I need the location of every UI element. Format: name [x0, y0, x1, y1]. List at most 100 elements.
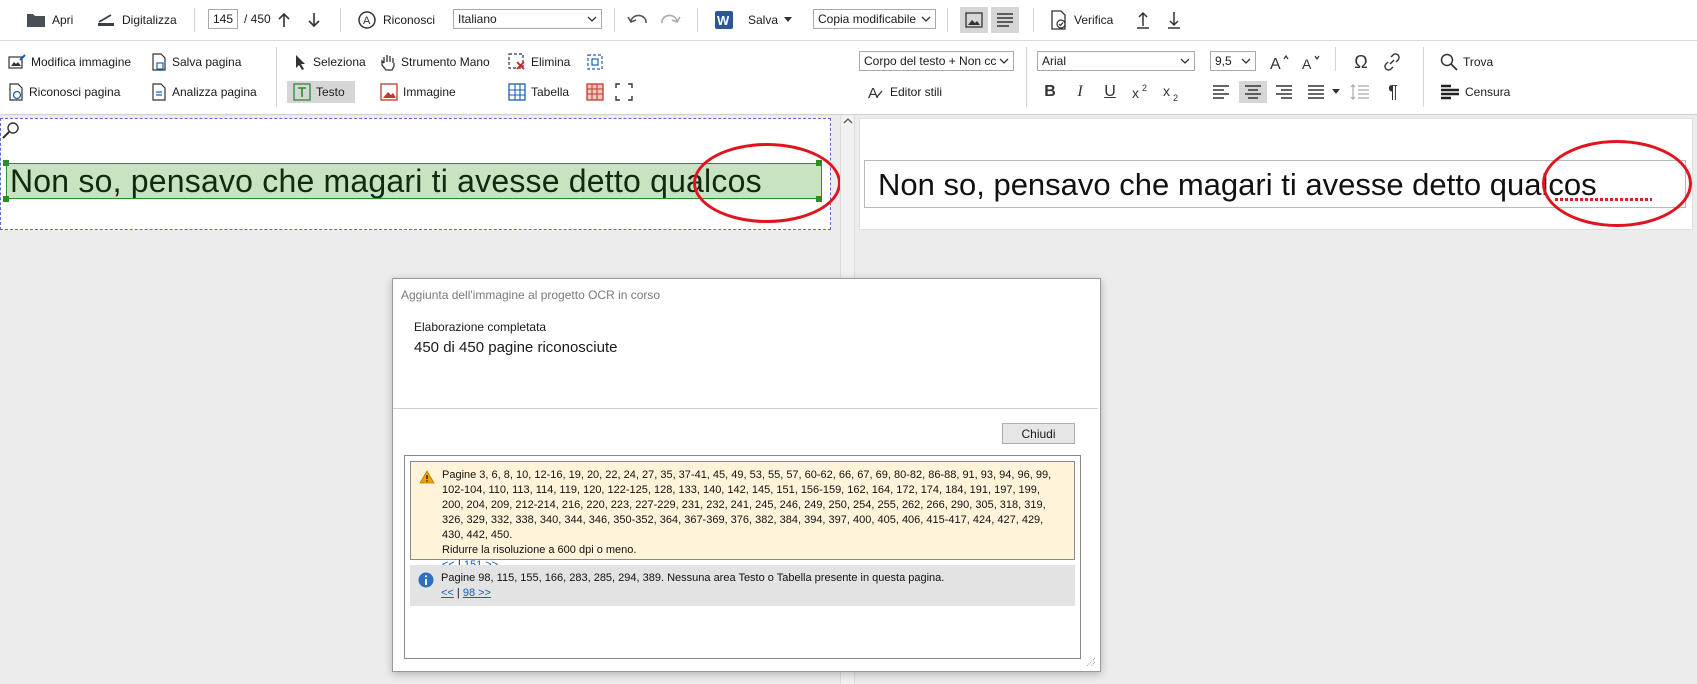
verify-button[interactable]: Verifica — [1050, 7, 1113, 33]
analyze-page-label: Analizza pagina — [172, 85, 257, 99]
main-toolbar: Apri Digitalizza 145 / 450 A Riconosci I… — [0, 0, 1697, 41]
recognize-page-button[interactable]: Riconosci pagina — [8, 81, 120, 103]
hand-tool-label: Strumento Mano — [401, 55, 490, 69]
justify-dropdown-button[interactable] — [1329, 81, 1343, 103]
decrease-font-button[interactable]: A — [1299, 51, 1323, 73]
font-family-select[interactable]: Arial — [1037, 51, 1195, 71]
style-editor-button[interactable]: A Editor stili — [867, 81, 942, 103]
insert-symbol-button[interactable]: Ω — [1349, 51, 1373, 73]
line-spacing-icon — [1350, 84, 1370, 100]
open-label: Apri — [52, 13, 74, 27]
info-text: Pagine 98, 115, 155, 166, 283, 285, 294,… — [441, 571, 1061, 601]
italic-button[interactable]: I — [1068, 81, 1092, 103]
image-view-button[interactable] — [960, 7, 988, 33]
align-right-button[interactable] — [1272, 81, 1296, 103]
hand-icon — [380, 53, 396, 71]
toolbar-divider — [697, 8, 698, 32]
verify-label: Verifica — [1074, 13, 1114, 27]
italic-icon: I — [1077, 83, 1083, 100]
recognize-button[interactable]: A Riconosci — [357, 7, 435, 33]
increase-font-button[interactable]: A — [1268, 51, 1292, 73]
table-area-button[interactable]: Tabella — [508, 81, 569, 103]
censor-button[interactable]: Censura — [1440, 81, 1510, 103]
export-up-button[interactable] — [1131, 9, 1155, 31]
info-next-link[interactable]: 98 >> — [463, 587, 491, 599]
superscript-button[interactable]: x2 — [1129, 81, 1153, 103]
save-format-value: Copia modificabile — [818, 12, 917, 26]
insert-link-button[interactable] — [1380, 51, 1404, 73]
image-area-button[interactable]: Immagine — [380, 81, 456, 103]
omega-icon: Ω — [1354, 51, 1368, 72]
resize-handle[interactable] — [3, 196, 9, 202]
font-size-select[interactable]: 9,5 — [1210, 51, 1256, 71]
paragraph-style-select[interactable]: Corpo del testo + Non cc — [859, 51, 1014, 71]
warning-icon — [419, 470, 435, 484]
text-view-button[interactable] — [991, 7, 1019, 33]
text-area-button[interactable]: Testo — [287, 81, 355, 103]
save-format-select[interactable]: Copia modificabile — [813, 9, 936, 29]
open-button[interactable]: Apri — [26, 7, 73, 33]
dashed-frame-icon — [615, 83, 633, 101]
pilcrow-icon: ¶ — [1388, 81, 1398, 102]
find-button[interactable]: Trova — [1440, 51, 1493, 73]
toolbar-divider — [947, 8, 948, 32]
close-button-label: Chiudi — [1021, 426, 1056, 441]
info-prev-link[interactable]: << — [441, 587, 454, 599]
messages-list[interactable]: Pagine 3, 6, 8, 10, 12-16, 19, 20, 22, 2… — [404, 455, 1081, 659]
find-label: Trova — [1463, 55, 1494, 69]
resize-handle[interactable] — [3, 160, 9, 166]
show-formatting-button[interactable]: ¶ — [1381, 81, 1405, 103]
align-center-button[interactable] — [1239, 81, 1267, 103]
svg-text:W: W — [717, 13, 730, 28]
chevron-down-icon — [998, 55, 1010, 67]
language-select[interactable]: Italiano — [453, 9, 602, 29]
chevron-up-icon[interactable] — [843, 117, 853, 125]
download-icon — [1166, 10, 1182, 30]
area-properties-button[interactable] — [583, 51, 607, 73]
save-page-button[interactable]: Salva pagina — [151, 51, 241, 73]
hand-tool-button[interactable]: Strumento Mano — [380, 51, 490, 73]
export-down-button[interactable] — [1162, 9, 1186, 31]
undo-button[interactable] — [626, 9, 650, 31]
image-icon — [965, 12, 983, 28]
toolbar-divider — [340, 8, 341, 32]
next-page-button[interactable] — [302, 9, 326, 31]
select-tool-button[interactable]: Seleziona — [294, 51, 366, 73]
delete-area-button[interactable]: Elimina — [508, 51, 570, 73]
font-increase-icon: A — [1270, 54, 1290, 70]
image-area-label: Immagine — [403, 85, 456, 99]
svg-text:x: x — [1132, 85, 1139, 101]
total-pages: / 450 — [244, 12, 271, 26]
barcode-area-button[interactable] — [612, 81, 636, 103]
analyze-page-icon — [151, 83, 167, 101]
recognized-text-line: Non so, pensavo che magari ti avesse det… — [878, 167, 1597, 202]
warning-text: Pagine 3, 6, 8, 10, 12-16, 19, 20, 22, 2… — [442, 468, 1060, 573]
save-dropdown-button[interactable] — [776, 9, 800, 31]
dialog-divider — [393, 408, 1098, 409]
info-icon — [418, 572, 434, 588]
bold-button[interactable]: B — [1038, 81, 1062, 103]
text-area-label: Testo — [316, 85, 345, 99]
edit-image-label: Modifica immagine — [31, 55, 132, 69]
underline-button[interactable]: U — [1098, 81, 1122, 103]
edit-image-button[interactable]: Modifica immagine — [8, 51, 131, 73]
save-button[interactable]: W Salva — [714, 7, 778, 33]
svg-text:2: 2 — [1142, 83, 1147, 93]
censor-label: Censura — [1465, 85, 1511, 99]
line-spacing-button[interactable] — [1348, 81, 1372, 103]
background-picture-button[interactable] — [583, 81, 607, 103]
analyze-page-button[interactable]: Analizza pagina — [151, 81, 257, 103]
redo-icon — [659, 13, 681, 27]
redo-button[interactable] — [658, 9, 682, 31]
previous-page-button[interactable] — [272, 9, 296, 31]
close-button[interactable]: Chiudi — [1002, 423, 1075, 444]
table-area-label: Tabella — [531, 85, 570, 99]
cursor-icon — [294, 54, 308, 70]
resize-grip-icon[interactable] — [1086, 657, 1096, 667]
warning-advice: Ridurre la risoluzione a 600 dpi o meno. — [442, 544, 637, 556]
subscript-button[interactable]: x2 — [1160, 81, 1184, 103]
align-left-button[interactable] — [1209, 81, 1233, 103]
page-number-input[interactable]: 145 — [208, 9, 238, 29]
scan-button[interactable]: Digitalizza — [96, 7, 177, 33]
justify-button[interactable] — [1304, 81, 1328, 103]
